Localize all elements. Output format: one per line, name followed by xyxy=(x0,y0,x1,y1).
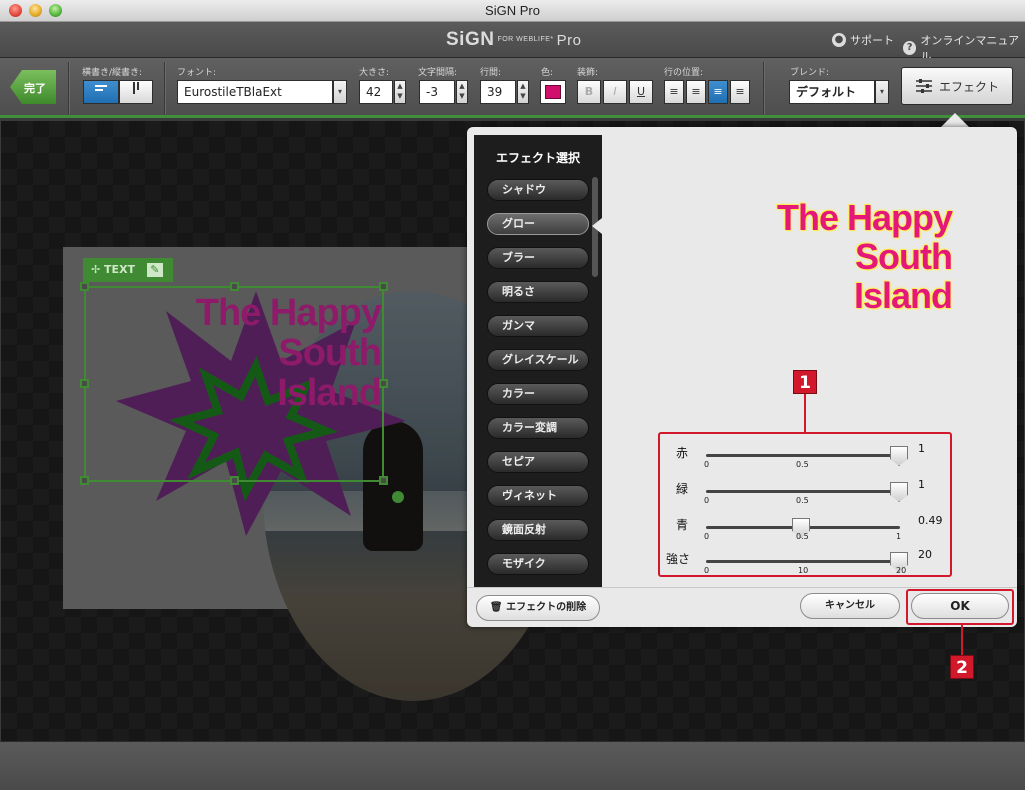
resize-handle[interactable] xyxy=(80,476,89,485)
align-center-button[interactable]: ≡ xyxy=(686,80,706,104)
vertical-text-button[interactable] xyxy=(119,80,153,104)
slider-track[interactable] xyxy=(706,454,900,457)
slider-track[interactable] xyxy=(706,490,900,493)
resize-handle[interactable] xyxy=(80,379,89,388)
resize-handle[interactable] xyxy=(80,282,89,291)
blend-dropdown-arrow-icon[interactable]: ▾ xyxy=(875,80,889,104)
line-height-label: 行間: xyxy=(480,68,502,78)
rotate-handle[interactable] xyxy=(392,491,404,503)
align-justify-button[interactable]: ≡ xyxy=(730,80,750,104)
app-logo: SiGN FOR WEBLIFE* Pro xyxy=(446,29,582,50)
cancel-button[interactable]: キャンセル xyxy=(800,593,900,619)
effect-item-shadow[interactable]: シャドウ xyxy=(487,179,589,201)
support-link[interactable]: ● サポート xyxy=(832,32,894,48)
color-label: 色: xyxy=(541,68,554,78)
font-select[interactable]: EurostileTBlaExt xyxy=(177,80,333,104)
resize-handle[interactable] xyxy=(379,282,388,291)
effect-item-vignette[interactable]: ヴィネット xyxy=(487,485,589,507)
effect-item-gamma[interactable]: ガンマ xyxy=(487,315,589,337)
effect-item-grayscale[interactable]: グレイスケール xyxy=(487,349,589,371)
slider-row-strength: 強さ 0 10 20 20 xyxy=(666,548,932,575)
effect-preview-text: The Happy South Island xyxy=(776,197,953,316)
selected-effect-pointer xyxy=(592,218,602,234)
trash-icon: 🗑 xyxy=(489,602,503,613)
canvas-text-title[interactable]: The Happy South Island xyxy=(121,293,382,413)
text-toolbar: 完了 横書き/縦書き: フォント: EurostileTBlaExt ▾ 大きさ… xyxy=(0,58,1025,118)
slider-row-blue: 青 0 0.5 1 0.49 xyxy=(676,514,943,541)
effect-list: エフェクト選択 シャドウ グロー ブラー 明るさ ガンマ グレイスケール カラー… xyxy=(474,135,602,587)
slider-track[interactable] xyxy=(706,560,900,563)
sliders-icon xyxy=(915,79,932,93)
window-title: SiGN Pro xyxy=(485,3,540,18)
effect-item-mirror[interactable]: 鏡面反射 xyxy=(487,519,589,541)
text-color-swatch[interactable] xyxy=(540,80,566,104)
spacing-label: 文字間隔: xyxy=(418,68,458,78)
done-button[interactable]: 完了 xyxy=(10,70,56,104)
app-header: SiGN FOR WEBLIFE* Pro ● サポート ? オンラインマニュアル xyxy=(0,22,1025,63)
effect-item-color-modulate[interactable]: カラー変調 xyxy=(487,417,589,439)
spacing-stepper[interactable]: ▲ ▼ xyxy=(456,80,468,104)
text-layer-tag[interactable]: ✢ TEXT ✎ xyxy=(83,258,173,282)
vertical-lines-icon xyxy=(133,82,139,94)
effect-button[interactable]: エフェクト xyxy=(901,67,1013,105)
blend-label: ブレンド: xyxy=(790,68,830,78)
orientation-label: 横書き/縦書き: xyxy=(82,68,143,78)
font-dropdown-arrow-icon[interactable]: ▾ xyxy=(333,80,347,104)
effect-list-title: エフェクト選択 xyxy=(495,151,580,165)
line-height-stepper[interactable]: ▲ ▼ xyxy=(517,80,529,104)
callout-2-line xyxy=(961,625,963,655)
slider-value: 1 xyxy=(918,478,925,491)
font-label: フォント: xyxy=(177,68,217,78)
slider-row-green: 緑 0 0.5 1 xyxy=(676,478,925,505)
callout-1-line xyxy=(804,394,806,432)
underline-button[interactable]: U xyxy=(629,80,653,104)
resize-handle[interactable] xyxy=(230,476,239,485)
line-height-input[interactable]: 39 xyxy=(480,80,516,104)
effect-item-brightness[interactable]: 明るさ xyxy=(487,281,589,303)
decoration-label: 装飾: xyxy=(577,68,599,78)
effect-item-glow[interactable]: グロー xyxy=(487,213,589,235)
effect-item-mosaic[interactable]: モザイク xyxy=(487,553,589,575)
horizontal-text-button[interactable] xyxy=(83,80,119,104)
resize-handle[interactable] xyxy=(379,476,388,485)
ok-button[interactable]: OK xyxy=(911,593,1009,619)
slider-value: 0.49 xyxy=(918,514,943,527)
user-icon: ● xyxy=(832,33,846,47)
effect-item-sepia[interactable]: セピア xyxy=(487,451,589,473)
spacing-input[interactable]: -3 xyxy=(419,80,455,104)
slider-row-red: 赤 0 0.5 1 xyxy=(676,442,925,469)
pencil-icon[interactable]: ✎ xyxy=(146,263,163,277)
align-label: 行の位置: xyxy=(664,68,704,78)
align-left-button[interactable]: ≡ xyxy=(664,80,684,104)
popover-arrow xyxy=(940,113,970,128)
delete-effect-button[interactable]: 🗑 エフェクトの削除 xyxy=(476,595,600,621)
align-right-button[interactable]: ≡ xyxy=(708,80,728,104)
slider-thumb[interactable] xyxy=(890,446,908,466)
app-window: SiGN Pro SiGN FOR WEBLIFE* Pro ● サポート ? オン… xyxy=(0,0,1025,790)
bottom-bar xyxy=(0,741,1025,790)
slider-value: 20 xyxy=(918,548,932,561)
blend-select[interactable]: デフォルト xyxy=(789,80,875,104)
resize-handle[interactable] xyxy=(230,282,239,291)
size-stepper[interactable]: ▲ ▼ xyxy=(394,80,406,104)
callout-2-badge: 2 xyxy=(950,655,974,679)
effect-item-blur[interactable]: ブラー xyxy=(487,247,589,269)
slider-value: 1 xyxy=(918,442,925,455)
callout-1-badge: 1 xyxy=(793,370,817,394)
help-icon: ? xyxy=(903,41,917,55)
effect-item-color[interactable]: カラー xyxy=(487,383,589,405)
title-bar: SiGN Pro xyxy=(0,0,1025,22)
bold-button[interactable]: B xyxy=(577,80,601,104)
horizontal-lines-icon xyxy=(95,85,107,91)
size-input[interactable]: 42 xyxy=(359,80,393,104)
slider-thumb[interactable] xyxy=(890,482,908,502)
italic-button[interactable]: I xyxy=(603,80,627,104)
size-label: 大きさ: xyxy=(359,68,390,78)
